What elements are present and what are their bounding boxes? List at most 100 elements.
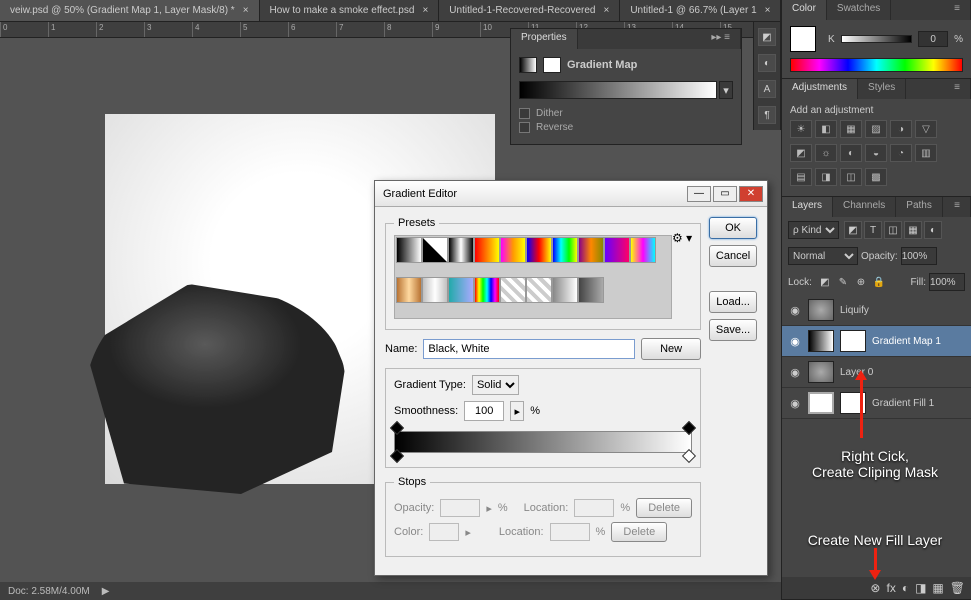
- layer-filter-kind[interactable]: ρ Kind: [788, 221, 839, 239]
- smoothness-dropdown-icon[interactable]: ▸: [510, 401, 524, 421]
- gradient-preset[interactable]: [552, 237, 578, 263]
- gradient-preset[interactable]: [526, 237, 552, 263]
- gradient-preset[interactable]: [474, 237, 500, 263]
- close-icon[interactable]: ×: [603, 5, 609, 16]
- visibility-eye-icon[interactable]: ◉: [788, 396, 802, 410]
- minimize-button[interactable]: —: [687, 186, 711, 202]
- adjustment-icon[interactable]: ◐: [840, 144, 862, 162]
- gradient-preset[interactable]: [578, 277, 604, 303]
- adjustment-icon[interactable]: ◧: [815, 120, 837, 138]
- adjustment-icon[interactable]: ◔: [890, 144, 912, 162]
- adjustment-icon[interactable]: ▩: [865, 168, 887, 186]
- gradient-preset[interactable]: [396, 277, 422, 303]
- close-icon[interactable]: ×: [765, 5, 771, 16]
- panel-menu-icon[interactable]: ▸▸ ≡: [701, 29, 741, 49]
- panel-menu-icon[interactable]: ≡: [944, 79, 971, 99]
- layer-filter-icon[interactable]: ◫: [884, 221, 902, 239]
- k-slider[interactable]: [841, 35, 912, 43]
- gradient-editor-dialog[interactable]: Gradient Editor — ▭ ✕ Presets ⚙ ▾ Name: …: [374, 180, 768, 576]
- gradient-preset[interactable]: [422, 277, 448, 303]
- dialog-titlebar[interactable]: Gradient Editor — ▭ ✕: [375, 181, 767, 207]
- panel-menu-icon[interactable]: ≡: [944, 0, 971, 20]
- layers-footer-icon[interactable]: 🗑: [950, 581, 965, 595]
- layers-footer-icon[interactable]: ⊗: [870, 581, 880, 595]
- status-caret-icon[interactable]: ▶: [102, 586, 110, 597]
- collapsed-panel-icon[interactable]: ◩: [758, 28, 776, 46]
- new-button[interactable]: New: [641, 338, 701, 360]
- layers-footer-icon[interactable]: ◐: [902, 581, 909, 595]
- smoothness-input[interactable]: [464, 401, 504, 421]
- blend-mode-select[interactable]: Normal: [788, 247, 858, 265]
- gradient-preset[interactable]: [578, 237, 604, 263]
- k-value-input[interactable]: [918, 31, 948, 47]
- layer-filter-icon[interactable]: ◩: [844, 221, 862, 239]
- tab-paths[interactable]: Paths: [896, 197, 943, 217]
- layer-thumbnail[interactable]: [808, 330, 834, 352]
- cancel-button[interactable]: Cancel: [709, 245, 757, 267]
- layers-footer-icon[interactable]: ▦: [932, 581, 943, 595]
- maximize-button[interactable]: ▭: [713, 186, 737, 202]
- collapsed-panel-icon[interactable]: ¶: [758, 106, 776, 124]
- lock-icon[interactable]: 🔒: [871, 274, 887, 290]
- collapsed-panel-icon[interactable]: ◐: [758, 54, 776, 72]
- fill-input[interactable]: [929, 273, 965, 291]
- properties-panel[interactable]: Properties ▸▸ ≡ Gradient Map ▾ Dither Re…: [510, 28, 742, 145]
- close-icon[interactable]: ×: [243, 5, 249, 16]
- dither-checkbox[interactable]: Dither: [519, 108, 733, 119]
- layer-thumbnail[interactable]: [808, 299, 834, 321]
- layer-thumbnail[interactable]: [808, 392, 834, 414]
- lock-icon[interactable]: ✎: [835, 274, 851, 290]
- layer-row[interactable]: ◉ Gradient Map 1: [782, 326, 971, 357]
- close-icon[interactable]: ×: [422, 5, 428, 16]
- gradient-preset[interactable]: [422, 237, 448, 263]
- layer-name[interactable]: Layer 0: [840, 367, 873, 378]
- tab-channels[interactable]: Channels: [833, 197, 896, 217]
- gradient-preset[interactable]: [526, 277, 552, 303]
- layer-mask-thumbnail[interactable]: [840, 330, 866, 352]
- ok-button[interactable]: OK: [709, 217, 757, 239]
- gradient-preset[interactable]: [552, 277, 578, 303]
- gradient-preset[interactable]: [630, 237, 656, 263]
- gradient-dropdown-icon[interactable]: ▾: [719, 81, 733, 99]
- doc-tab-0[interactable]: veiw.psd @ 50% (Gradient Map 1, Layer Ma…: [0, 0, 260, 21]
- adjustment-icon[interactable]: ▤: [790, 168, 812, 186]
- adjustment-icon[interactable]: ◩: [790, 144, 812, 162]
- panel-menu-icon[interactable]: ≡: [944, 197, 971, 217]
- layer-filter-icon[interactable]: ▦: [904, 221, 922, 239]
- layer-name[interactable]: Gradient Map 1: [872, 336, 941, 347]
- layers-footer-icon[interactable]: ◨: [915, 581, 926, 595]
- gradient-preset[interactable]: [500, 237, 526, 263]
- layer-filter-icon[interactable]: T: [864, 221, 882, 239]
- layer-row[interactable]: ◉ Liquify: [782, 295, 971, 326]
- adjustment-icon[interactable]: ◑: [890, 120, 912, 138]
- doc-tab-2[interactable]: Untitled-1-Recovered-Recovered×: [439, 0, 620, 21]
- tab-adjustments[interactable]: Adjustments: [782, 79, 858, 99]
- doc-tab-1[interactable]: How to make a smoke effect.psd×: [260, 0, 440, 21]
- layer-thumbnail[interactable]: [808, 361, 834, 383]
- close-button[interactable]: ✕: [739, 186, 763, 202]
- gradient-name-input[interactable]: [423, 339, 635, 359]
- gradient-preview-bar[interactable]: [519, 81, 717, 99]
- visibility-eye-icon[interactable]: ◉: [788, 365, 802, 379]
- gradient-preset[interactable]: [396, 237, 422, 263]
- adjustment-icon[interactable]: ◒: [865, 144, 887, 162]
- save-button[interactable]: Save...: [709, 319, 757, 341]
- gradient-preset[interactable]: [448, 237, 474, 263]
- gradient-bar[interactable]: [394, 431, 692, 453]
- layer-name[interactable]: Gradient Fill 1: [872, 398, 934, 409]
- tab-layers[interactable]: Layers: [782, 197, 833, 217]
- adjustment-icon[interactable]: ▦: [840, 120, 862, 138]
- layer-filter-icon[interactable]: ◐: [924, 221, 942, 239]
- lock-icon[interactable]: ⊕: [853, 274, 869, 290]
- properties-tab[interactable]: Properties: [511, 29, 578, 49]
- tab-swatches[interactable]: Swatches: [827, 0, 891, 20]
- gradient-preset[interactable]: [500, 277, 526, 303]
- layer-row[interactable]: ◉ Layer 0: [782, 357, 971, 388]
- opacity-input[interactable]: [901, 247, 937, 265]
- gradient-preset[interactable]: [604, 237, 630, 263]
- lock-icon[interactable]: ◩: [817, 274, 833, 290]
- gradient-preset[interactable]: [474, 277, 500, 303]
- color-spectrum-bar[interactable]: [790, 58, 963, 72]
- gradient-type-select[interactable]: Solid: [472, 375, 519, 395]
- tab-color[interactable]: Color: [782, 0, 827, 20]
